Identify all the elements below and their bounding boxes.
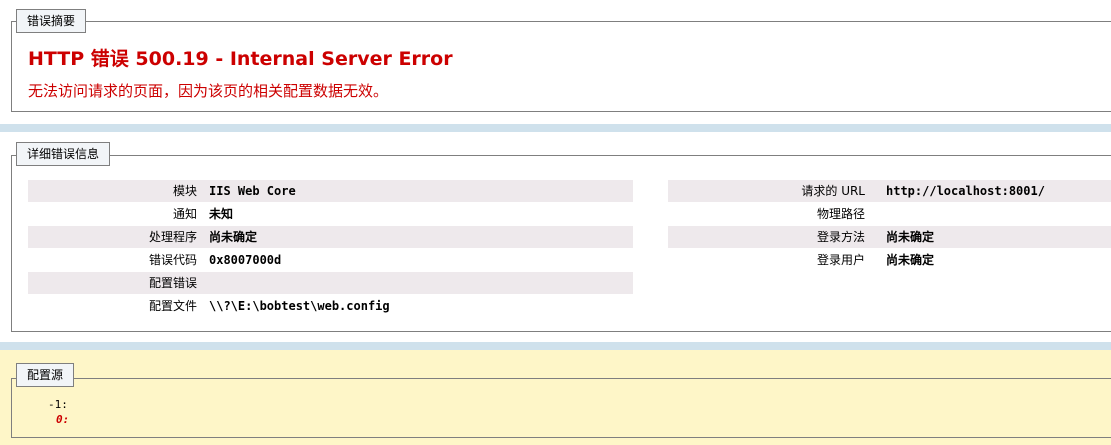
- detail-row-handler: 处理程序 尚未确定: [28, 226, 633, 248]
- detail-label: 登录用户: [816, 253, 865, 267]
- detail-row-config-file: 配置文件 \\?\E:\bobtest\web.config: [28, 295, 633, 317]
- detail-value: 尚未确定: [886, 253, 935, 267]
- detail-row-physical-path: 物理路径: [668, 203, 1111, 225]
- detail-label: 请求的 URL: [801, 184, 865, 198]
- details-legend: 详细错误信息: [16, 142, 111, 166]
- detail-value: 尚未确定: [886, 230, 935, 244]
- config-source-fieldset: [11, 378, 1111, 438]
- detail-value: http://localhost:8001/: [886, 184, 1045, 198]
- summary-legend: 错误摘要: [16, 9, 87, 33]
- detail-row-module: 模块 IIS Web Core: [28, 180, 633, 202]
- detail-row-request-url: 请求的 URL http://localhost:8001/: [668, 180, 1111, 202]
- detail-label: 配置文件: [148, 299, 197, 313]
- config-source-line-highlight: 0:: [56, 413, 70, 426]
- detail-value: IIS Web Core: [209, 184, 296, 198]
- detail-label: 错误代码: [148, 253, 197, 267]
- detail-row-logon-method: 登录方法 尚未确定: [668, 226, 1111, 248]
- detail-label: 处理程序: [148, 230, 197, 244]
- detail-row-config-error: 配置错误: [28, 272, 633, 294]
- detail-label: 配置错误: [148, 276, 197, 290]
- config-source-legend: 配置源: [16, 363, 75, 387]
- detail-label: 登录方法: [816, 230, 865, 244]
- detail-value: 未知: [209, 207, 234, 221]
- section-divider: [0, 342, 1111, 350]
- config-source-line: -1:: [48, 398, 68, 411]
- detail-label: 物理路径: [816, 207, 865, 221]
- detail-value: 尚未确定: [209, 230, 258, 244]
- detail-value: 0x8007000d: [209, 253, 282, 267]
- detail-row-notification: 通知 未知: [28, 203, 633, 225]
- detail-value: \\?\E:\bobtest\web.config: [209, 299, 390, 313]
- section-divider: [0, 124, 1111, 132]
- detail-label: 通知: [172, 207, 197, 221]
- error-description: 无法访问请求的页面，因为该页的相关配置数据无效。: [28, 82, 389, 100]
- detail-row-logon-user: 登录用户 尚未确定: [668, 249, 1111, 271]
- error-title: HTTP 错误 500.19 - Internal Server Error: [28, 48, 453, 70]
- detail-label: 模块: [172, 184, 197, 198]
- detail-row-error-code: 错误代码 0x8007000d: [28, 249, 633, 271]
